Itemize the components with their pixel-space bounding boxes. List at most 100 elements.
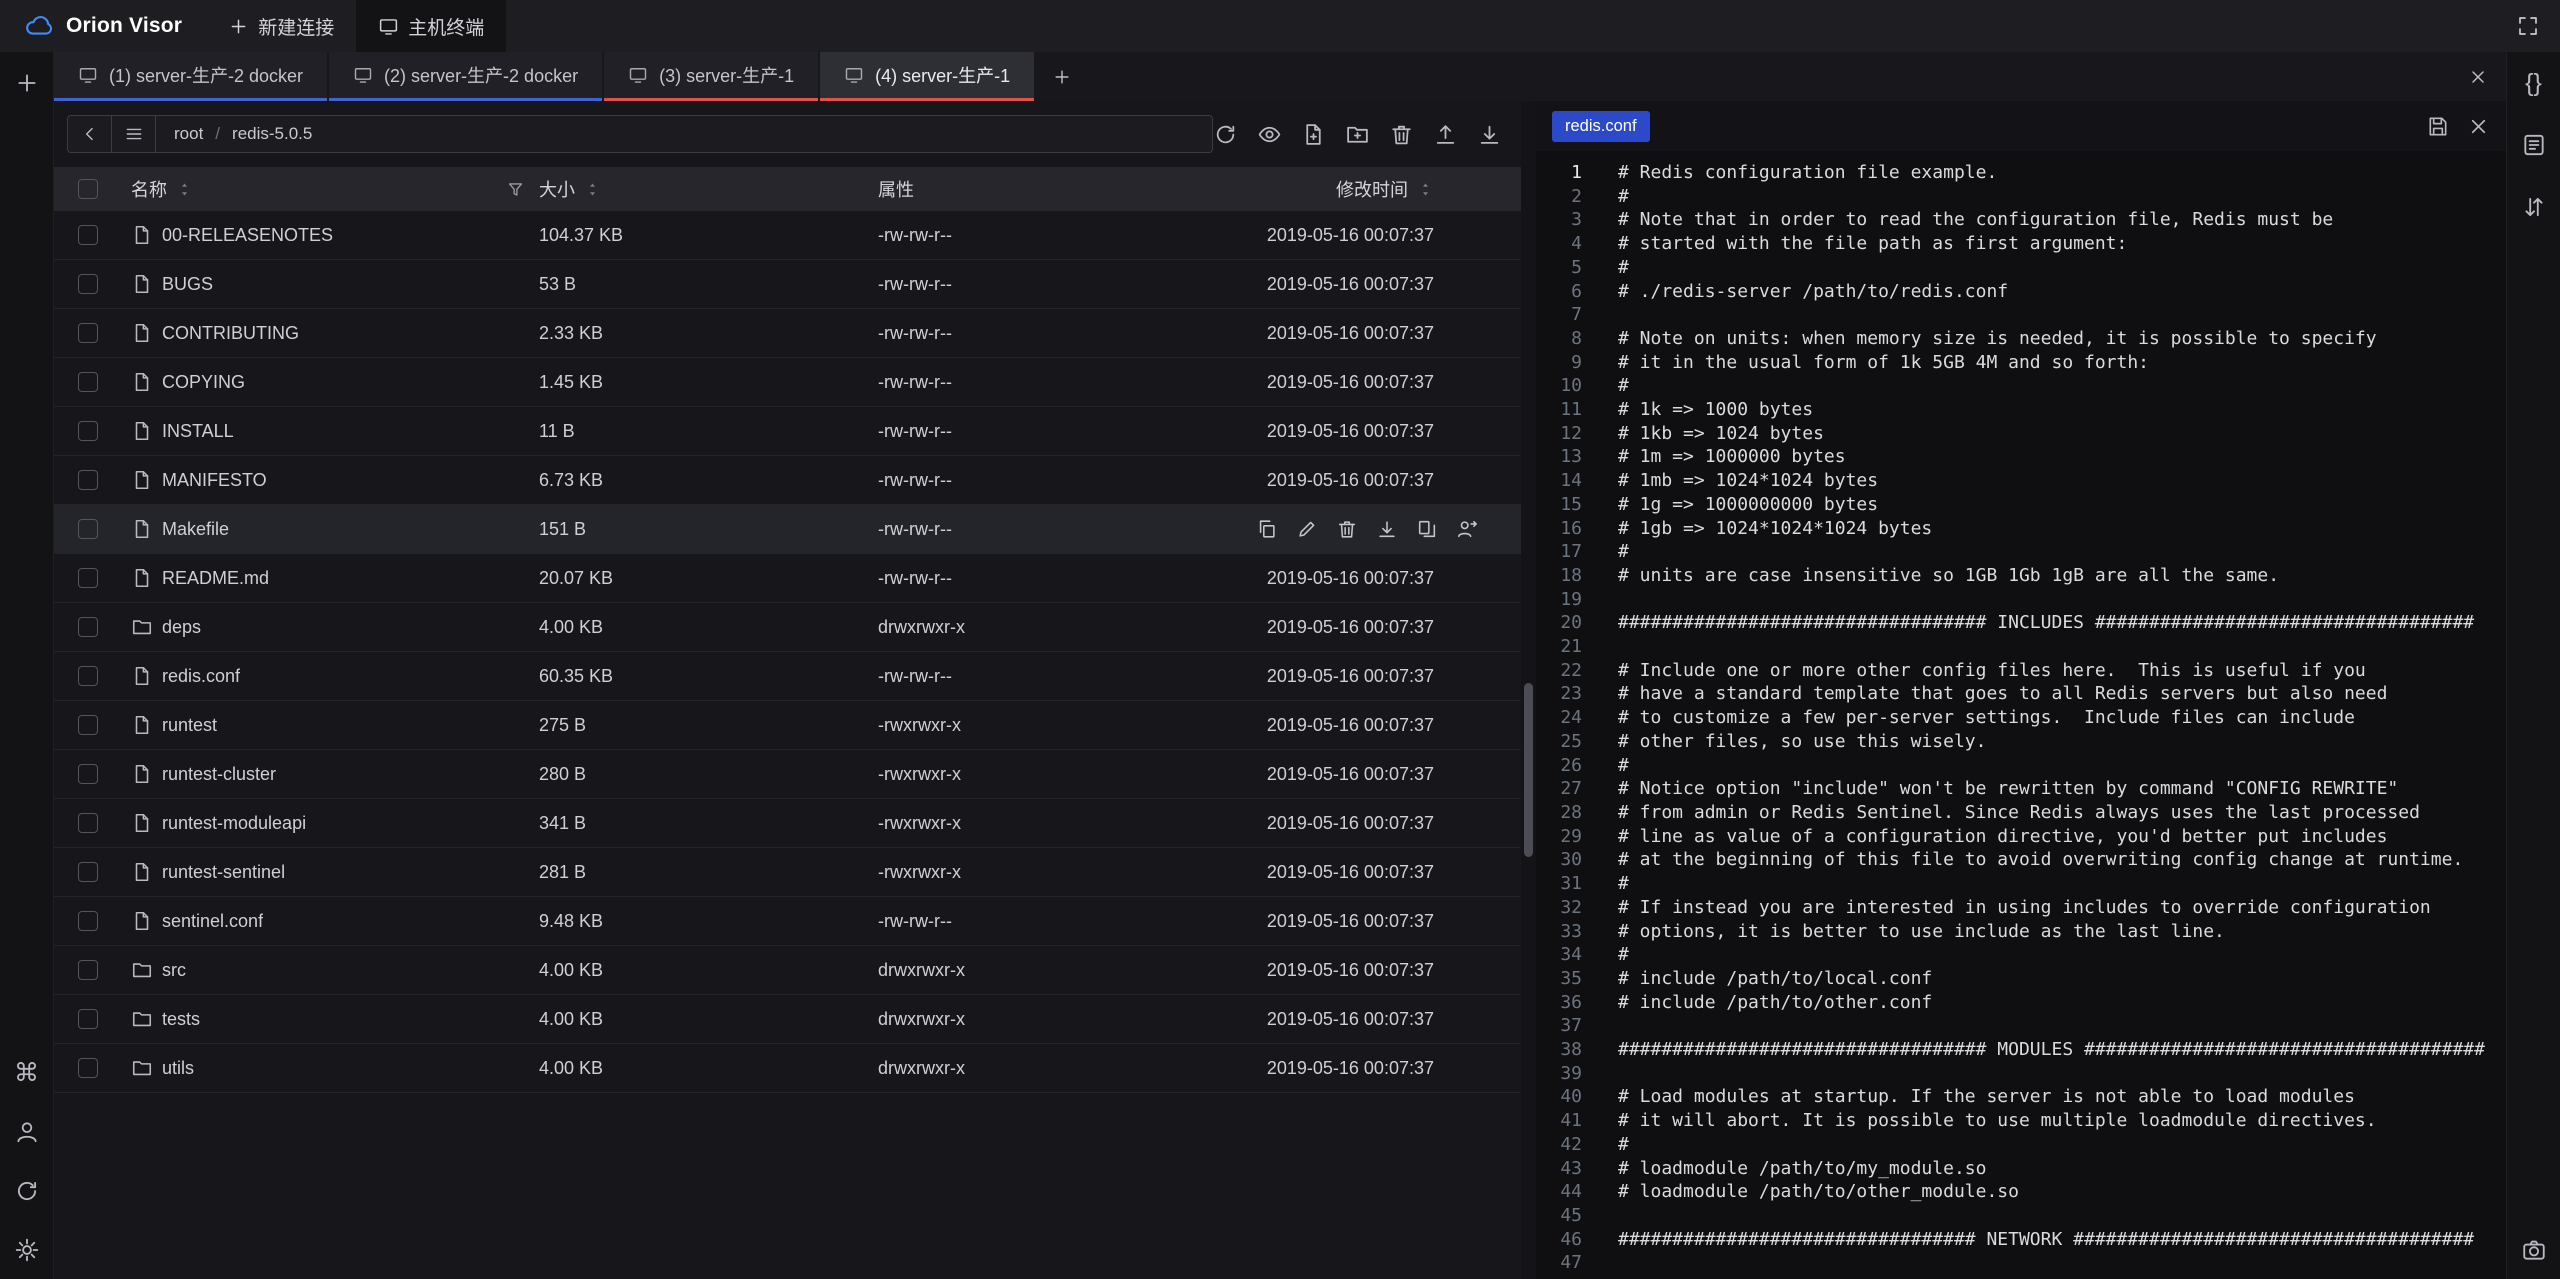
save-icon[interactable] <box>2426 115 2449 138</box>
upload-icon[interactable] <box>1433 122 1458 147</box>
terminal-tab[interactable]: (4) server-生产-1 <box>820 52 1034 101</box>
table-row[interactable]: 00-RELEASENOTES104.37 KB-rw-rw-r--2019-0… <box>54 211 1521 260</box>
terminal-tab[interactable]: (2) server-生产-2 docker <box>329 52 602 101</box>
table-row[interactable]: utils4.00 KBdrwxrwxr-x2019-05-16 00:07:3… <box>54 1044 1521 1093</box>
row-checkbox[interactable] <box>78 421 98 441</box>
table-row[interactable]: runtest-sentinel281 B-rwxrwxr-x2019-05-1… <box>54 848 1521 897</box>
file-name[interactable]: BUGS <box>162 274 213 295</box>
trash-icon[interactable] <box>1336 518 1358 540</box>
file-name[interactable]: COPYING <box>162 372 245 393</box>
table-row[interactable]: README.md20.07 KB-rw-rw-r--2019-05-16 00… <box>54 554 1521 603</box>
sort-mtime-icon[interactable] <box>1417 181 1434 198</box>
row-checkbox[interactable] <box>78 813 98 833</box>
table-row[interactable]: COPYING1.45 KB-rw-rw-r--2019-05-16 00:07… <box>54 358 1521 407</box>
breadcrumb-current-dir[interactable]: redis-5.0.5 <box>232 124 312 144</box>
new-folder-icon[interactable] <box>1345 122 1370 147</box>
table-row[interactable]: runtest275 B-rwxrwxr-x2019-05-16 00:07:3… <box>54 701 1521 750</box>
file-name[interactable]: tests <box>162 1009 200 1030</box>
row-checkbox[interactable] <box>78 617 98 637</box>
row-checkbox[interactable] <box>78 862 98 882</box>
file-name[interactable]: utils <box>162 1058 194 1079</box>
path-list-button[interactable] <box>112 116 156 152</box>
table-row[interactable]: runtest-cluster280 B-rwxrwxr-x2019-05-16… <box>54 750 1521 799</box>
table-row[interactable]: sentinel.conf9.48 KB-rw-rw-r--2019-05-16… <box>54 897 1521 946</box>
form-icon[interactable] <box>2521 132 2547 158</box>
edit-icon[interactable] <box>1296 518 1318 540</box>
row-checkbox[interactable] <box>78 715 98 735</box>
gear-icon[interactable] <box>14 1237 40 1263</box>
table-row[interactable]: deps4.00 KBdrwxrwxr-x2019-05-16 00:07:37 <box>54 603 1521 652</box>
braces-icon[interactable]: {} <box>2521 70 2547 96</box>
sync-icon[interactable] <box>14 1178 40 1204</box>
file-name[interactable]: deps <box>162 617 201 638</box>
file-name[interactable]: redis.conf <box>162 666 240 687</box>
close-all-tabs-button[interactable] <box>2450 52 2506 101</box>
table-row[interactable]: INSTALL11 B-rw-rw-r--2019-05-16 00:07:37 <box>54 407 1521 456</box>
row-checkbox[interactable] <box>78 666 98 686</box>
code-editor[interactable]: 1# Redis configuration file example.2#3#… <box>1536 151 2506 1279</box>
sort-name-icon[interactable] <box>176 181 193 198</box>
file-name[interactable]: INSTALL <box>162 421 234 442</box>
row-checkbox[interactable] <box>78 1058 98 1078</box>
file-name[interactable]: runtest <box>162 715 217 736</box>
row-checkbox[interactable] <box>78 225 98 245</box>
row-checkbox[interactable] <box>78 764 98 784</box>
eye-icon[interactable] <box>1257 122 1282 147</box>
filter-icon[interactable] <box>506 180 525 199</box>
table-row[interactable]: redis.conf60.35 KB-rw-rw-r--2019-05-16 0… <box>54 652 1521 701</box>
file-name[interactable]: runtest-sentinel <box>162 862 285 883</box>
file-name[interactable]: MANIFESTO <box>162 470 267 491</box>
row-checkbox[interactable] <box>78 372 98 392</box>
row-checkbox[interactable] <box>78 519 98 539</box>
table-row[interactable]: BUGS53 B-rw-rw-r--2019-05-16 00:07:37 <box>54 260 1521 309</box>
fullscreen-button[interactable] <box>2496 0 2560 52</box>
terminal-tab[interactable]: (1) server-生产-2 docker <box>54 52 327 101</box>
terminal-tab[interactable]: (3) server-生产-1 <box>604 52 818 101</box>
table-row[interactable]: MANIFESTO6.73 KB-rw-rw-r--2019-05-16 00:… <box>54 456 1521 505</box>
host-terminal-tab[interactable]: 主机终端 <box>356 0 506 52</box>
breadcrumb-root[interactable]: root <box>174 124 203 144</box>
file-name[interactable]: Makefile <box>162 519 229 540</box>
download-icon[interactable] <box>1477 122 1502 147</box>
command-icon[interactable]: ⌘ <box>14 1060 40 1086</box>
scrollbar-thumb[interactable] <box>1524 683 1533 857</box>
row-checkbox[interactable] <box>78 470 98 490</box>
plus-icon[interactable] <box>14 70 40 96</box>
add-terminal-tab-button[interactable] <box>1036 52 1088 101</box>
row-checkbox[interactable] <box>78 960 98 980</box>
row-checkbox[interactable] <box>78 911 98 931</box>
back-button[interactable] <box>68 116 112 152</box>
duplicate-icon[interactable] <box>1416 518 1438 540</box>
new-connection-button[interactable]: 新建连接 <box>206 0 356 52</box>
row-checkbox[interactable] <box>78 568 98 588</box>
user-icon[interactable] <box>14 1119 40 1145</box>
file-name[interactable]: README.md <box>162 568 269 589</box>
swap-vertical-icon[interactable] <box>2521 194 2547 220</box>
editor-tab-redis-conf[interactable]: redis.conf <box>1552 111 1650 142</box>
file-name[interactable]: src <box>162 960 186 981</box>
refresh-icon[interactable] <box>1213 122 1238 147</box>
file-name[interactable]: runtest-cluster <box>162 764 276 785</box>
table-row[interactable]: Makefile151 B-rw-rw-r-- <box>54 505 1521 554</box>
table-row[interactable]: src4.00 KBdrwxrwxr-x2019-05-16 00:07:37 <box>54 946 1521 995</box>
file-name[interactable]: sentinel.conf <box>162 911 263 932</box>
camera-icon[interactable] <box>2521 1237 2547 1263</box>
trash-icon[interactable] <box>1389 122 1414 147</box>
copy-icon[interactable] <box>1256 518 1278 540</box>
file-name[interactable]: 00-RELEASENOTES <box>162 225 333 246</box>
new-file-icon[interactable] <box>1301 122 1326 147</box>
row-checkbox[interactable] <box>78 274 98 294</box>
row-checkbox[interactable] <box>78 323 98 343</box>
file-name[interactable]: runtest-moduleapi <box>162 813 306 834</box>
table-row[interactable]: tests4.00 KBdrwxrwxr-x2019-05-16 00:07:3… <box>54 995 1521 1044</box>
table-row[interactable]: CONTRIBUTING2.33 KB-rw-rw-r--2019-05-16 … <box>54 309 1521 358</box>
download-icon[interactable] <box>1376 518 1398 540</box>
monitor-icon <box>378 16 399 37</box>
row-checkbox[interactable] <box>78 1009 98 1029</box>
select-all-checkbox[interactable] <box>78 179 98 199</box>
editor-close-icon[interactable] <box>2467 115 2490 138</box>
file-name[interactable]: CONTRIBUTING <box>162 323 299 344</box>
sort-size-icon[interactable] <box>584 181 601 198</box>
table-row[interactable]: runtest-moduleapi341 B-rwxrwxr-x2019-05-… <box>54 799 1521 848</box>
transfer-user-icon[interactable] <box>1456 518 1478 540</box>
